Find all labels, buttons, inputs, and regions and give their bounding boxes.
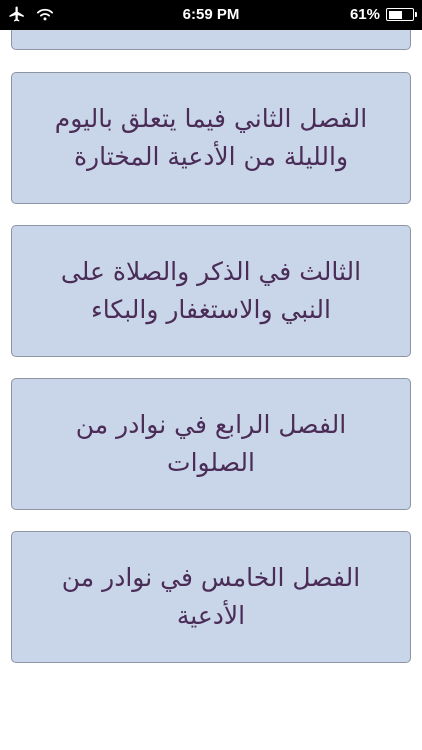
- chapter-title: الفصل الثاني فيما يتعلق باليوم والليلة م…: [54, 104, 368, 171]
- chapter-card-5[interactable]: الفصل الخامس في نوادر من الأدعية: [11, 531, 411, 663]
- chapter-card-4[interactable]: الفصل الرابع في نوادر من الصلوات: [11, 378, 411, 510]
- chapter-title: الفصل الخامس في نوادر من الأدعية: [61, 563, 361, 630]
- status-right: 61%: [349, 6, 417, 23]
- chapter-title: الثالث في الذكر والصلاة على النبي والاست…: [60, 257, 362, 324]
- chapter-title: الفصل الرابع في نوادر من الصلوات: [75, 410, 347, 477]
- chapter-list: الفصل الثاني فيما يتعلق باليوم والليلة م…: [0, 0, 422, 750]
- status-bar: 6:59 PM 61%: [0, 0, 422, 30]
- battery-fill: [388, 10, 402, 19]
- chapter-card-2[interactable]: الفصل الثاني فيما يتعلق باليوم والليلة م…: [11, 72, 411, 204]
- battery-icon: [386, 8, 417, 21]
- battery-tip: [414, 12, 417, 17]
- battery-percent: 61%: [349, 6, 380, 23]
- chapter-card-3[interactable]: الثالث في الذكر والصلاة على النبي والاست…: [11, 225, 411, 357]
